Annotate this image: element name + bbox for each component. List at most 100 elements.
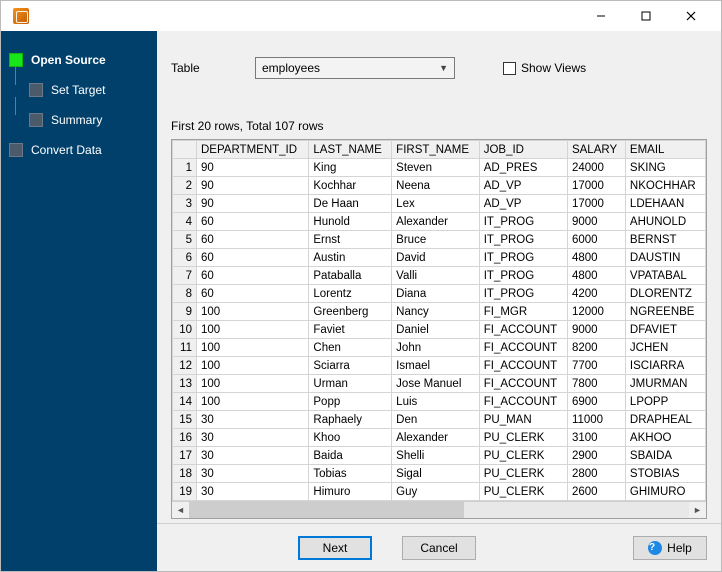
table-cell[interactable]: AD_VP [479, 177, 567, 195]
table-row[interactable]: 190KingStevenAD_PRES24000SKING [173, 159, 706, 177]
table-cell[interactable]: AD_VP [479, 195, 567, 213]
table-cell[interactable]: David [392, 249, 480, 267]
table-cell[interactable]: 4200 [567, 285, 625, 303]
table-cell[interactable]: AKHOO [625, 429, 705, 447]
wizard-step-set-target[interactable]: Set Target [1, 75, 157, 105]
wizard-step-convert-data[interactable]: Convert Data [1, 135, 157, 165]
table-cell[interactable]: PU_CLERK [479, 465, 567, 483]
table-cell[interactable]: PU_CLERK [479, 483, 567, 501]
table-cell[interactable]: FI_ACCOUNT [479, 321, 567, 339]
table-cell[interactable]: VPATABAL [625, 267, 705, 285]
table-cell[interactable]: SBAIDA [625, 447, 705, 465]
table-cell[interactable]: 30 [197, 447, 309, 465]
table-row[interactable]: 1830TobiasSigalPU_CLERK2800STOBIAS [173, 465, 706, 483]
table-cell[interactable]: Pataballa [309, 267, 392, 285]
table-cell[interactable]: 100 [197, 303, 309, 321]
table-cell[interactable]: De Haan [309, 195, 392, 213]
column-header[interactable]: SALARY [567, 141, 625, 159]
minimize-button[interactable] [578, 2, 623, 30]
column-header[interactable]: LAST_NAME [309, 141, 392, 159]
table-cell[interactable]: Nancy [392, 303, 480, 321]
table-row[interactable]: 460HunoldAlexanderIT_PROG9000AHUNOLD [173, 213, 706, 231]
table-cell[interactable]: Kochhar [309, 177, 392, 195]
show-views-checkbox[interactable]: Show Views [503, 61, 586, 75]
table-cell[interactable]: Shelli [392, 447, 480, 465]
table-row[interactable]: 390De HaanLexAD_VP17000LDEHAAN [173, 195, 706, 213]
table-row[interactable]: 10100FavietDanielFI_ACCOUNT9000DFAVIET [173, 321, 706, 339]
table-cell[interactable]: Jose Manuel [392, 375, 480, 393]
table-cell[interactable]: John [392, 339, 480, 357]
table-cell[interactable]: Alexander [392, 213, 480, 231]
table-cell[interactable]: FI_ACCOUNT [479, 375, 567, 393]
table-cell[interactable]: Tobias [309, 465, 392, 483]
table-cell[interactable]: STOBIAS [625, 465, 705, 483]
table-cell[interactable]: DLORENTZ [625, 285, 705, 303]
table-cell[interactable]: Neena [392, 177, 480, 195]
table-cell[interactable]: Diana [392, 285, 480, 303]
table-cell[interactable]: Ernst [309, 231, 392, 249]
table-cell[interactable]: AHUNOLD [625, 213, 705, 231]
table-cell[interactable]: 7700 [567, 357, 625, 375]
table-cell[interactable]: Hunold [309, 213, 392, 231]
table-cell[interactable]: 100 [197, 339, 309, 357]
column-header[interactable]: EMAIL [625, 141, 705, 159]
table-cell[interactable]: Baida [309, 447, 392, 465]
wizard-step-open-source[interactable]: Open Source [1, 45, 157, 75]
table-cell[interactable]: NKOCHHAR [625, 177, 705, 195]
table-cell[interactable]: Steven [392, 159, 480, 177]
table-select[interactable]: employees ▼ [255, 57, 455, 79]
table-cell[interactable]: Valli [392, 267, 480, 285]
table-cell[interactable]: FI_MGR [479, 303, 567, 321]
table-cell[interactable]: 100 [197, 321, 309, 339]
table-cell[interactable]: 2600 [567, 483, 625, 501]
horizontal-scrollbar[interactable]: ◄ ► [172, 501, 706, 518]
table-cell[interactable]: IT_PROG [479, 231, 567, 249]
table-row[interactable]: 1630KhooAlexanderPU_CLERK3100AKHOO [173, 429, 706, 447]
table-row[interactable]: 1930HimuroGuyPU_CLERK2600GHIMURO [173, 483, 706, 501]
column-header[interactable]: FIRST_NAME [392, 141, 480, 159]
table-cell[interactable]: 60 [197, 267, 309, 285]
table-row[interactable]: 1730BaidaShelliPU_CLERK2900SBAIDA [173, 447, 706, 465]
table-cell[interactable]: Popp [309, 393, 392, 411]
table-cell[interactable]: LDEHAAN [625, 195, 705, 213]
table-cell[interactable]: Khoo [309, 429, 392, 447]
table-cell[interactable]: 3100 [567, 429, 625, 447]
table-cell[interactable]: 90 [197, 195, 309, 213]
table-cell[interactable]: Sciarra [309, 357, 392, 375]
table-cell[interactable]: PU_MAN [479, 411, 567, 429]
table-cell[interactable]: 100 [197, 393, 309, 411]
scroll-thumb[interactable] [189, 502, 464, 518]
table-cell[interactable]: 90 [197, 177, 309, 195]
table-cell[interactable]: IT_PROG [479, 285, 567, 303]
table-cell[interactable]: Chen [309, 339, 392, 357]
table-cell[interactable]: 30 [197, 483, 309, 501]
cancel-button[interactable]: Cancel [402, 536, 476, 560]
table-cell[interactable]: 2900 [567, 447, 625, 465]
table-cell[interactable]: Himuro [309, 483, 392, 501]
table-cell[interactable]: 9000 [567, 213, 625, 231]
table-cell[interactable]: 60 [197, 249, 309, 267]
table-cell[interactable]: IT_PROG [479, 213, 567, 231]
table-row[interactable]: 1530RaphaelyDenPU_MAN11000DRAPHEAL [173, 411, 706, 429]
table-cell[interactable]: JCHEN [625, 339, 705, 357]
table-cell[interactable]: GHIMURO [625, 483, 705, 501]
table-row[interactable]: 9100GreenbergNancyFI_MGR12000NGREENBE [173, 303, 706, 321]
table-cell[interactable]: FI_ACCOUNT [479, 393, 567, 411]
table-cell[interactable]: 100 [197, 357, 309, 375]
row-number-header[interactable] [173, 141, 197, 159]
table-cell[interactable]: 30 [197, 465, 309, 483]
table-cell[interactable]: DAUSTIN [625, 249, 705, 267]
table-cell[interactable]: Austin [309, 249, 392, 267]
help-button[interactable]: ?Help [633, 536, 707, 560]
table-cell[interactable]: IT_PROG [479, 267, 567, 285]
table-row[interactable]: 13100UrmanJose ManuelFI_ACCOUNT7800JMURM… [173, 375, 706, 393]
table-cell[interactable]: 30 [197, 429, 309, 447]
wizard-step-summary[interactable]: Summary [1, 105, 157, 135]
table-row[interactable]: 14100PoppLuisFI_ACCOUNT6900LPOPP [173, 393, 706, 411]
table-cell[interactable]: BERNST [625, 231, 705, 249]
table-cell[interactable]: Guy [392, 483, 480, 501]
table-cell[interactable]: 12000 [567, 303, 625, 321]
table-row[interactable]: 860LorentzDianaIT_PROG4200DLORENTZ [173, 285, 706, 303]
table-cell[interactable]: Raphaely [309, 411, 392, 429]
table-cell[interactable]: 17000 [567, 195, 625, 213]
